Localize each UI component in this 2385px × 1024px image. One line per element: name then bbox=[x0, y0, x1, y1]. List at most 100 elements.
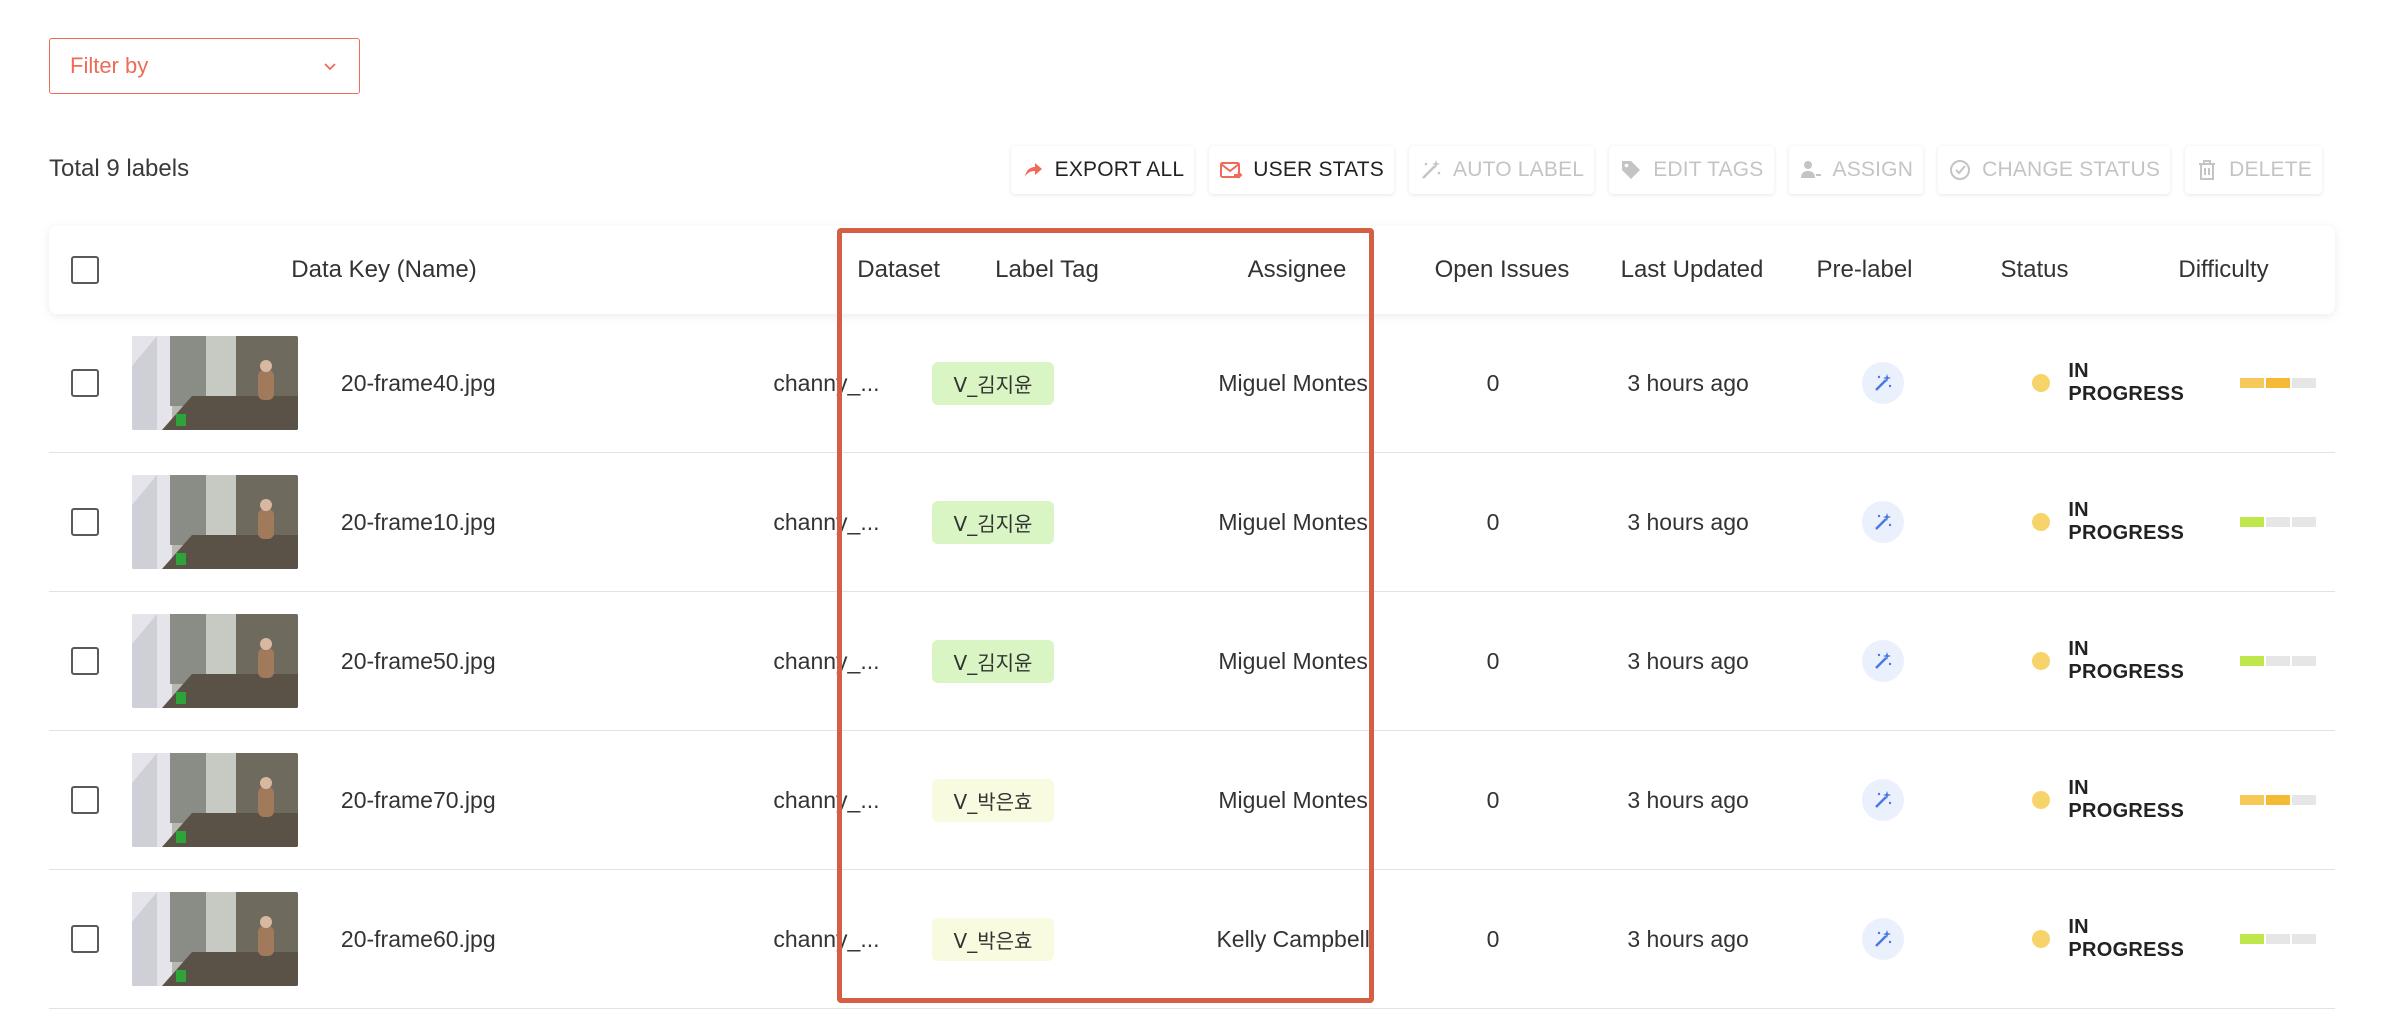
status-dot bbox=[2032, 930, 2051, 948]
difficulty-bar bbox=[2200, 378, 2335, 388]
thumbnail-image[interactable] bbox=[131, 475, 298, 569]
row-checkbox[interactable] bbox=[71, 786, 99, 814]
row-assignee: Miguel Montes bbox=[1218, 786, 1368, 813]
header-data-key[interactable]: Data Key (Name) bbox=[135, 256, 633, 284]
row-data-key[interactable]: 20-frame50.jpg bbox=[298, 648, 690, 675]
difficulty-bar bbox=[2200, 656, 2335, 666]
row-status: IN PROGRESS bbox=[2068, 777, 2185, 822]
row-dataset: channy_... bbox=[773, 508, 880, 535]
filter-dropdown[interactable]: Filter by bbox=[49, 38, 360, 94]
difficulty-segment bbox=[2265, 656, 2290, 666]
difficulty-segment bbox=[2239, 517, 2264, 527]
difficulty-bar bbox=[2200, 934, 2335, 944]
row-data-key[interactable]: 20-frame40.jpg bbox=[298, 370, 690, 397]
check-circle-icon bbox=[1950, 160, 1971, 180]
thumbnail-image[interactable] bbox=[131, 614, 298, 708]
header-dataset[interactable]: Dataset bbox=[633, 256, 962, 284]
row-checkbox[interactable] bbox=[71, 647, 99, 675]
assign-button[interactable]: ASSIGN bbox=[1788, 146, 1924, 194]
pre-label-button[interactable] bbox=[1862, 779, 1905, 821]
row-status: IN PROGRESS bbox=[2068, 360, 2185, 405]
table-body: 20-frame40.jpg channy_... V_김지윤 Miguel M… bbox=[49, 314, 2335, 1009]
row-open-issues: 0 bbox=[1486, 647, 1500, 674]
magic-wand-icon bbox=[1875, 374, 1892, 391]
row-assignee: Kelly Campbell bbox=[1216, 925, 1370, 952]
header-difficulty[interactable]: Difficulty bbox=[2122, 256, 2325, 284]
change-status-label: CHANGE STATUS bbox=[1982, 158, 2161, 181]
row-checkbox[interactable] bbox=[71, 369, 99, 397]
row-status: IN PROGRESS bbox=[2068, 499, 2185, 544]
difficulty-segment bbox=[2239, 934, 2264, 944]
row-open-issues: 0 bbox=[1486, 369, 1500, 396]
row-status: IN PROGRESS bbox=[2068, 638, 2185, 683]
difficulty-segment bbox=[2265, 517, 2290, 527]
table-row[interactable]: 20-frame10.jpg channy_... V_김지윤 Miguel M… bbox=[49, 453, 2335, 592]
thumbnail-image[interactable] bbox=[131, 336, 298, 430]
pre-label-button[interactable] bbox=[1862, 918, 1905, 960]
header-assignee[interactable]: Assignee bbox=[1132, 256, 1402, 284]
assign-label: ASSIGN bbox=[1832, 158, 1914, 181]
auto-label-label: AUTO LABEL bbox=[1453, 158, 1585, 181]
thumbnail-image[interactable] bbox=[131, 892, 298, 986]
pre-label-button[interactable] bbox=[1862, 362, 1905, 404]
row-checkbox[interactable] bbox=[71, 508, 99, 536]
user-stats-button[interactable]: USER STATS bbox=[1209, 146, 1395, 194]
assign-user-icon bbox=[1800, 161, 1821, 178]
mail-arrow-icon bbox=[1220, 162, 1243, 179]
label-tag[interactable]: V_김지윤 bbox=[931, 639, 1055, 683]
row-assignee: Miguel Montes bbox=[1218, 647, 1368, 674]
header-open-issues[interactable]: Open Issues bbox=[1402, 256, 1572, 284]
label-tag[interactable]: V_김지윤 bbox=[931, 361, 1055, 405]
magic-wand-icon bbox=[1875, 513, 1892, 530]
difficulty-segment bbox=[2239, 795, 2264, 805]
export-all-button[interactable]: EXPORT ALL bbox=[1010, 146, 1195, 194]
edit-tags-label: EDIT TAGS bbox=[1653, 158, 1764, 181]
pre-label-button[interactable] bbox=[1862, 501, 1905, 543]
difficulty-segment bbox=[2291, 795, 2316, 805]
row-open-issues: 0 bbox=[1486, 508, 1500, 535]
pre-label-button[interactable] bbox=[1862, 640, 1905, 682]
label-tag[interactable]: V_박은효 bbox=[931, 917, 1055, 961]
difficulty-segment bbox=[2265, 795, 2290, 805]
row-open-issues: 0 bbox=[1486, 925, 1500, 952]
label-tag[interactable]: V_박은효 bbox=[931, 778, 1055, 822]
delete-button[interactable]: DELETE bbox=[2185, 146, 2322, 194]
row-dataset: channy_... bbox=[773, 925, 880, 952]
select-all-checkbox[interactable] bbox=[71, 256, 99, 284]
header-pre-label[interactable]: Pre-label bbox=[1782, 256, 1947, 284]
table-row[interactable]: 20-frame40.jpg channy_... V_김지윤 Miguel M… bbox=[49, 314, 2335, 453]
status-dot bbox=[2032, 374, 2051, 392]
header-status[interactable]: Status bbox=[1947, 256, 2122, 284]
table-row[interactable]: 20-frame70.jpg channy_... V_박은효 Miguel M… bbox=[49, 731, 2335, 870]
tag-icon bbox=[1622, 161, 1641, 179]
table-row[interactable]: 20-frame60.jpg channy_... V_박은효 Kelly Ca… bbox=[49, 870, 2335, 1009]
header-last-updated[interactable]: Last Updated bbox=[1572, 256, 1782, 284]
label-tag[interactable]: V_김지윤 bbox=[931, 500, 1055, 544]
change-status-button[interactable]: CHANGE STATUS bbox=[1938, 146, 2171, 194]
magic-wand-icon bbox=[1422, 160, 1441, 179]
row-open-issues: 0 bbox=[1486, 786, 1500, 813]
export-all-label: EXPORT ALL bbox=[1054, 158, 1185, 181]
status-dot bbox=[2032, 652, 2051, 670]
difficulty-segment bbox=[2239, 378, 2264, 388]
difficulty-segment bbox=[2239, 656, 2264, 666]
chevron-down-icon bbox=[324, 63, 336, 71]
difficulty-segment bbox=[2265, 934, 2290, 944]
row-data-key[interactable]: 20-frame60.jpg bbox=[298, 926, 690, 953]
row-dataset: channy_... bbox=[773, 786, 880, 813]
thumbnail-image[interactable] bbox=[131, 753, 298, 847]
table-row[interactable]: 20-frame50.jpg channy_... V_김지윤 Miguel M… bbox=[49, 592, 2335, 731]
difficulty-segment bbox=[2291, 934, 2316, 944]
row-data-key[interactable]: 20-frame70.jpg bbox=[298, 787, 690, 814]
row-assignee: Miguel Montes bbox=[1218, 508, 1368, 535]
row-last-updated: 3 hours ago bbox=[1627, 369, 1749, 396]
difficulty-segment bbox=[2291, 517, 2316, 527]
row-checkbox[interactable] bbox=[71, 925, 99, 953]
header-label-tag[interactable]: Label Tag bbox=[962, 256, 1132, 284]
edit-tags-button[interactable]: EDIT TAGS bbox=[1609, 146, 1774, 194]
row-dataset: channy_... bbox=[773, 647, 880, 674]
filter-label: Filter by bbox=[70, 53, 149, 78]
row-status: IN PROGRESS bbox=[2068, 916, 2185, 961]
auto-label-button[interactable]: AUTO LABEL bbox=[1409, 146, 1595, 194]
row-data-key[interactable]: 20-frame10.jpg bbox=[298, 509, 690, 536]
